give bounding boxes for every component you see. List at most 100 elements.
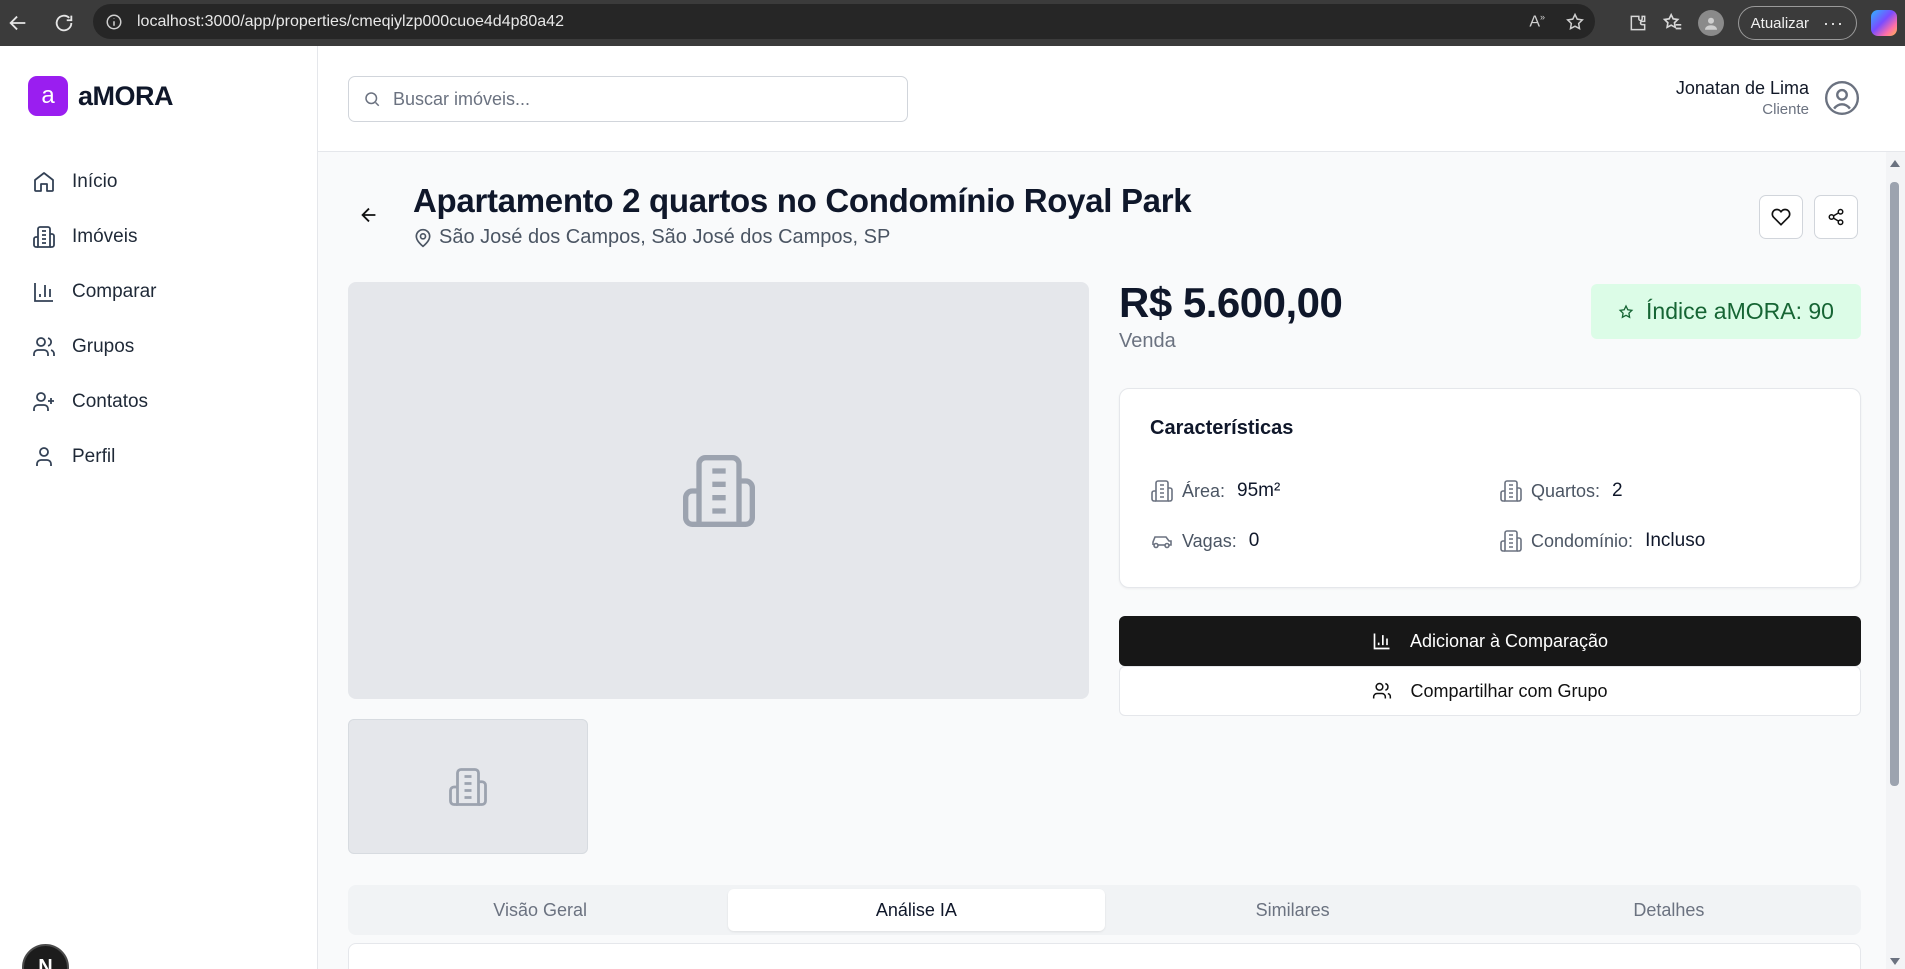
deal-type: Venda xyxy=(1119,330,1176,352)
page-title: Apartamento 2 quartos no Condomínio Roya… xyxy=(413,182,1192,219)
back-arrow-icon[interactable] xyxy=(358,204,380,226)
amora-score-badge: Índice aMORA: 90 xyxy=(1591,284,1861,339)
reload-icon[interactable] xyxy=(46,5,82,41)
feature-label: Quartos: xyxy=(1531,480,1601,501)
brand-name: aMORA xyxy=(78,80,174,111)
read-aloud-icon[interactable]: A» xyxy=(1529,12,1545,31)
features-title: Características xyxy=(1150,417,1294,439)
feature-value: 2 xyxy=(1612,480,1623,501)
score-label: Índice aMORA: 90 xyxy=(1646,298,1834,324)
tab-list: Visão Geral Análise IA Similares Detalhe… xyxy=(348,885,1861,935)
feature-label: Área: xyxy=(1182,480,1226,501)
bar-chart-icon xyxy=(1373,633,1390,650)
building-icon xyxy=(682,454,755,527)
search-icon xyxy=(365,92,380,107)
back-icon[interactable] xyxy=(0,5,36,41)
feature-value: 95m² xyxy=(1237,480,1281,501)
dev-tools-badge[interactable]: N xyxy=(22,944,69,969)
address-bar[interactable]: localhost:3000/app/properties/cmeqiylzp0… xyxy=(93,4,1595,39)
sidebar-item-perfil[interactable]: Perfil xyxy=(32,429,156,484)
app-header: Jonatan de Lima Cliente xyxy=(318,46,1905,152)
copilot-icon[interactable] xyxy=(1871,10,1897,36)
sidebar: a aMORA Início Imóveis Comparar Grupos C… xyxy=(0,46,318,969)
user-menu[interactable]: Jonatan de Lima Cliente xyxy=(1676,78,1861,118)
feature-vagas: Vagas: 0 xyxy=(1150,529,1259,553)
property-price: R$ 5.600,00 xyxy=(1119,279,1343,326)
sidebar-item-label: Grupos xyxy=(72,335,135,357)
search-box[interactable] xyxy=(348,76,908,122)
feature-value: Incluso xyxy=(1645,530,1706,551)
more-icon[interactable]: ··· xyxy=(1823,13,1844,34)
brand-logo: a xyxy=(28,76,68,116)
building-icon xyxy=(33,225,55,248)
sidebar-item-label: Imóveis xyxy=(72,225,138,247)
building-icon xyxy=(1500,480,1522,502)
main-photo-placeholder[interactable] xyxy=(348,282,1089,699)
scrollbar-thumb[interactable] xyxy=(1890,182,1899,786)
features-card: Características Área: 95m² Quartos: 2 Va… xyxy=(1119,388,1861,588)
sidebar-item-contatos[interactable]: Contatos xyxy=(32,374,156,429)
scroll-down-icon[interactable] xyxy=(1890,958,1900,965)
photo-thumbnail[interactable] xyxy=(348,719,588,854)
profile-avatar-icon[interactable] xyxy=(1697,10,1724,36)
building-icon xyxy=(449,767,487,806)
favorite-star-icon[interactable] xyxy=(1565,12,1585,32)
home-icon xyxy=(34,171,54,192)
share-label: Compartilhar com Grupo xyxy=(1410,680,1608,701)
user-icon xyxy=(36,446,52,466)
bar-chart-icon xyxy=(34,282,53,302)
sidebar-item-inicio[interactable]: Início xyxy=(32,154,156,209)
sidebar-item-comparar[interactable]: Comparar xyxy=(32,264,156,319)
feature-condominio: Condomínio: Incluso xyxy=(1499,529,1705,553)
sidebar-item-grupos[interactable]: Grupos xyxy=(32,319,156,374)
info-icon[interactable] xyxy=(105,13,123,31)
feature-value: 0 xyxy=(1248,530,1260,551)
favorite-button[interactable] xyxy=(1759,195,1803,239)
sidebar-nav: Início Imóveis Comparar Grupos Contatos … xyxy=(32,154,156,484)
feature-quartos: Quartos: 2 xyxy=(1499,479,1623,503)
page-scrollbar[interactable] xyxy=(1886,152,1905,969)
brand[interactable]: a aMORA xyxy=(28,76,174,116)
browser-toolbar: localhost:3000/app/properties/cmeqiylzp0… xyxy=(0,0,1905,46)
users-icon xyxy=(1373,682,1392,699)
add-to-comparison-button[interactable]: Adicionar à Comparação xyxy=(1119,616,1861,666)
user-circle-icon[interactable] xyxy=(1823,79,1861,117)
update-label: Atualizar xyxy=(1750,14,1810,32)
search-input[interactable] xyxy=(393,88,873,110)
sidebar-item-label: Comparar xyxy=(72,280,157,302)
sidebar-item-label: Contatos xyxy=(72,390,149,412)
user-name: Jonatan de Lima xyxy=(1675,78,1809,98)
car-icon xyxy=(1152,536,1172,549)
tab-detalhes[interactable]: Detalhes xyxy=(1481,889,1857,931)
sidebar-item-imoveis[interactable]: Imóveis xyxy=(32,209,156,264)
tab-analise-ia[interactable]: Análise IA xyxy=(728,889,1105,931)
location-text: São José dos Campos, São José dos Campos… xyxy=(439,226,891,248)
feature-label: Vagas: xyxy=(1182,530,1237,551)
property-detail: Apartamento 2 quartos no Condomínio Roya… xyxy=(318,152,1886,969)
tab-visao-geral[interactable]: Visão Geral xyxy=(352,889,728,931)
building-icon xyxy=(1151,480,1173,502)
star-icon xyxy=(1618,303,1634,318)
user-plus-icon xyxy=(33,391,54,411)
heart-icon xyxy=(1771,208,1791,226)
url-text[interactable]: localhost:3000/app/properties/cmeqiylzp0… xyxy=(137,13,564,31)
compare-label: Adicionar à Comparação xyxy=(1409,630,1609,651)
feature-area: Área: 95m² xyxy=(1150,479,1280,503)
feature-label: Condomínio: xyxy=(1531,530,1634,551)
extensions-icon[interactable] xyxy=(1628,13,1648,33)
tab-similares[interactable]: Similares xyxy=(1105,889,1481,931)
property-location: São José dos Campos, São José dos Campos… xyxy=(413,226,890,249)
share-button[interactable] xyxy=(1814,195,1858,239)
favorites-icon[interactable] xyxy=(1662,12,1684,34)
scroll-up-icon[interactable] xyxy=(1890,160,1900,167)
share-with-group-button[interactable]: Compartilhar com Grupo xyxy=(1119,666,1861,716)
users-icon xyxy=(33,336,55,356)
user-role: Cliente xyxy=(1762,101,1809,118)
update-button[interactable]: Atualizar ··· xyxy=(1737,6,1857,40)
tab-panel xyxy=(348,943,1861,969)
share-icon xyxy=(1828,208,1844,226)
map-pin-icon xyxy=(415,228,431,247)
sidebar-item-label: Início xyxy=(72,170,118,192)
sidebar-item-label: Perfil xyxy=(72,445,116,467)
building-icon xyxy=(1500,530,1522,552)
